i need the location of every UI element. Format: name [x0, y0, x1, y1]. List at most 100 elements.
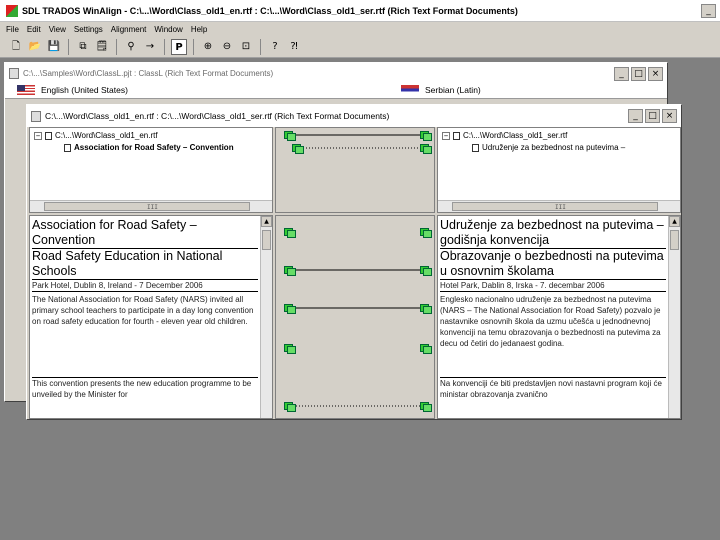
source-segment[interactable]: Park Hotel, Dublin 8, Ireland - 7 Decemb… — [32, 280, 258, 292]
vertical-scrollbar[interactable]: ▲ — [668, 216, 680, 418]
source-segment[interactable]: The National Association for Road Safety… — [32, 294, 258, 378]
tree-node-label: Udruženje za bezbednost na putevima – — [482, 143, 626, 152]
document-icon — [31, 110, 41, 122]
project-window-controls: _ □ × — [614, 67, 663, 81]
target-segment[interactable]: Obrazovanje o bezbednosti na putevima u … — [440, 249, 666, 280]
fit-icon[interactable]: ⊡ — [238, 39, 254, 55]
toolbar-separator — [116, 38, 117, 55]
minimize-button[interactable]: _ — [614, 67, 629, 81]
scroll-thumb[interactable]: III — [452, 202, 658, 211]
alignment-window-title: C:\...\Word\Class_old1_en.rtf : C:\...\W… — [45, 111, 390, 121]
collapse-icon[interactable]: − — [442, 131, 450, 140]
project-window-titlebar[interactable]: C:\...\Samples\Word\ClassL.pjt : ClassL … — [5, 63, 667, 83]
target-segment[interactable]: Englesko nacionalno udruženje za bezbedn… — [440, 294, 666, 378]
horizontal-scrollbar[interactable]: III — [30, 200, 272, 212]
binoculars-icon[interactable]: ⚲ — [123, 39, 139, 55]
menu-help[interactable]: Help — [191, 25, 207, 34]
winalign-app: SDL TRADOS WinAlign - C:\...\Word\Class_… — [0, 0, 720, 540]
zoom-out-icon[interactable]: ⊖ — [219, 39, 235, 55]
language-bar: English (United States) Serbian (Latin) — [5, 83, 667, 99]
project-window-title: C:\...\Samples\Word\ClassL.pjt : ClassL … — [23, 68, 274, 78]
target-segment[interactable]: Na konvenciji će biti predstavljen novi … — [440, 378, 666, 400]
paragraph-node-icon — [472, 143, 479, 152]
help-icon[interactable]: ? — [267, 39, 283, 55]
minimize-button[interactable]: _ — [701, 4, 716, 18]
source-segment[interactable]: Road Safety Education in National School… — [32, 249, 258, 280]
toolbar-separator — [193, 38, 194, 55]
segment-icon[interactable] — [420, 144, 432, 154]
segment-icon[interactable] — [420, 228, 432, 238]
save-icon[interactable]: 💾 — [46, 39, 62, 55]
target-document-pane[interactable]: Udruženje za bezbednost na putevima – go… — [437, 215, 681, 419]
segment-icon[interactable] — [420, 266, 432, 276]
arrow-right-icon[interactable]: → — [142, 39, 158, 55]
source-structure-tree[interactable]: − C:\...\Word\Class_old1_en.rtf Associat… — [29, 127, 273, 213]
minimize-button[interactable]: _ — [628, 109, 643, 123]
maximize-button[interactable]: □ — [645, 109, 660, 123]
horizontal-scrollbar[interactable]: III — [438, 200, 680, 212]
paragraph-icon[interactable]: P — [171, 38, 187, 55]
tree-root-target[interactable]: − C:\...\Word\Class_old1_ser.rtf — [442, 131, 567, 140]
trados-app-icon — [6, 4, 18, 17]
scroll-up-icon[interactable]: ▲ — [669, 216, 680, 227]
target-segment[interactable]: Udruženje za bezbednost na putevima – go… — [440, 218, 666, 249]
copy-icon[interactable]: ⧉ — [75, 39, 91, 55]
toolbar-separator — [164, 38, 165, 55]
source-language: English (United States) — [17, 85, 128, 95]
open-icon[interactable]: 📂 — [27, 39, 43, 55]
segment-icon[interactable] — [284, 344, 296, 354]
segment-icon[interactable] — [284, 304, 296, 314]
segment-icon[interactable] — [284, 228, 296, 238]
target-language: Serbian (Latin) — [401, 85, 481, 95]
source-segment[interactable]: This convention presents the new educati… — [32, 378, 258, 400]
app-titlebar[interactable]: SDL TRADOS WinAlign - C:\...\Word\Class_… — [0, 0, 720, 22]
context-help-icon[interactable]: ⁈ — [286, 39, 302, 55]
document-icon — [9, 67, 19, 79]
tree-root-label: C:\...\Word\Class_old1_ser.rtf — [463, 131, 568, 140]
maximize-button[interactable]: □ — [631, 67, 646, 81]
app-title: SDL TRADOS WinAlign - C:\...\Word\Class_… — [22, 5, 518, 16]
close-button[interactable]: × — [662, 109, 677, 123]
serbian-flag-icon — [401, 85, 419, 95]
tree-root-source[interactable]: − C:\...\Word\Class_old1_en.rtf — [34, 131, 158, 140]
tree-node-target[interactable]: Udruženje za bezbednost na putevima – — [472, 143, 625, 152]
alignment-window[interactable]: C:\...\Word\Class_old1_en.rtf : C:\...\W… — [26, 104, 682, 420]
segment-icon[interactable] — [420, 304, 432, 314]
menu-bar: File Edit View Settings Alignment Window Help — [0, 22, 720, 36]
scroll-thumb[interactable]: III — [44, 202, 250, 211]
segment-icon[interactable] — [292, 144, 304, 154]
vertical-scrollbar[interactable]: ▲ — [260, 216, 272, 418]
source-document-pane[interactable]: Association for Road Safety – Convention… — [29, 215, 273, 419]
tree-node-source[interactable]: Association for Road Safety – Convention — [64, 143, 234, 152]
structure-link-panel[interactable] — [275, 127, 435, 213]
segment-icon[interactable] — [284, 131, 296, 141]
menu-window[interactable]: Window — [154, 25, 182, 34]
alignment-window-titlebar[interactable]: C:\...\Word\Class_old1_en.rtf : C:\...\W… — [27, 105, 681, 127]
close-button[interactable]: × — [648, 67, 663, 81]
scroll-thumb[interactable] — [262, 230, 271, 250]
target-structure-tree[interactable]: − C:\...\Word\Class_old1_ser.rtf Udružen… — [437, 127, 681, 213]
segment-icon[interactable] — [420, 131, 432, 141]
menu-settings[interactable]: Settings — [74, 25, 103, 34]
zoom-in-icon[interactable]: ⊕ — [200, 39, 216, 55]
menu-file[interactable]: File — [6, 25, 19, 34]
source-segments: Association for Road Safety – Convention… — [32, 218, 258, 400]
segment-icon[interactable] — [420, 344, 432, 354]
scroll-thumb[interactable] — [670, 230, 679, 250]
properties-icon[interactable]: 🗒 — [94, 39, 110, 55]
segment-icon[interactable] — [284, 402, 296, 412]
menu-view[interactable]: View — [49, 25, 66, 34]
menu-edit[interactable]: Edit — [27, 25, 41, 34]
segment-icon[interactable] — [284, 266, 296, 276]
paragraph-node-icon — [64, 143, 71, 152]
tree-root-label: C:\...\Word\Class_old1_en.rtf — [55, 131, 158, 140]
segment-link-panel[interactable] — [275, 215, 435, 419]
collapse-icon[interactable]: − — [34, 131, 42, 140]
segment-icon[interactable] — [420, 402, 432, 412]
target-segment[interactable]: Hotel Park, Dablin 8, Irska - 7. decemba… — [440, 280, 666, 292]
menu-alignment[interactable]: Alignment — [111, 25, 147, 34]
scroll-up-icon[interactable]: ▲ — [261, 216, 272, 227]
new-icon[interactable]: 🗋 — [8, 39, 24, 55]
source-segment[interactable]: Association for Road Safety – Convention — [32, 218, 258, 249]
document-icon — [45, 131, 52, 140]
